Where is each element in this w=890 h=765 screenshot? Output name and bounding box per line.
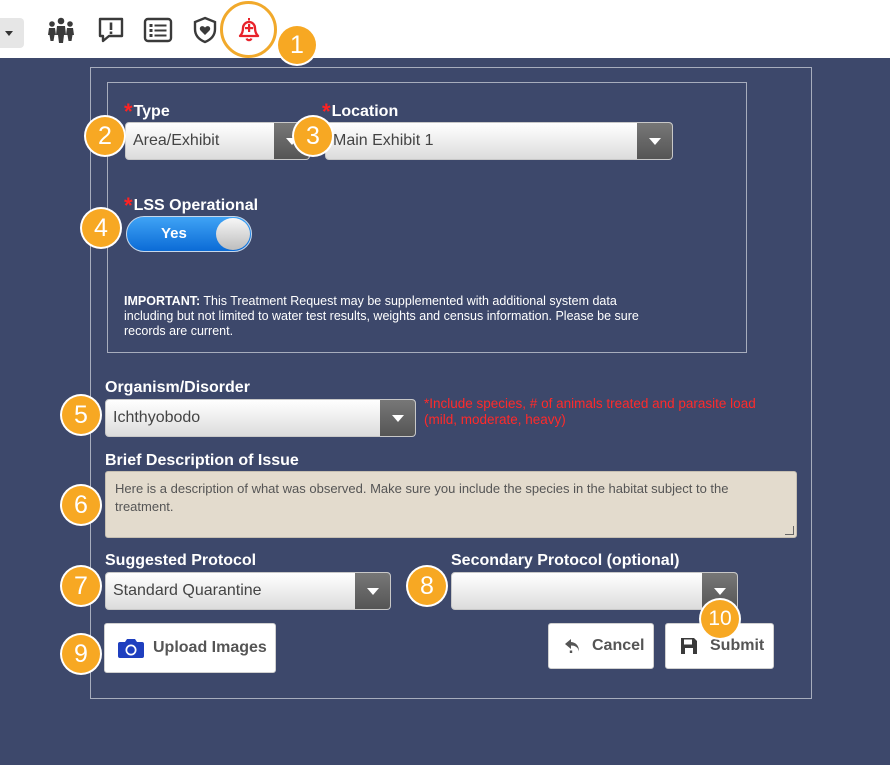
location-label: *Location	[322, 96, 399, 124]
callout-marker: 3	[294, 117, 332, 155]
location-label-text: Location	[331, 103, 399, 120]
notice-text: This Treatment Request may be supplement…	[124, 294, 639, 338]
lss-label: *LSS Operational	[124, 190, 259, 218]
resize-handle-icon[interactable]	[785, 526, 794, 535]
callout-marker: 5	[62, 396, 100, 434]
top-toolbar	[0, 0, 890, 58]
callout-marker: 8	[408, 567, 446, 605]
cancel-button[interactable]: Cancel	[548, 623, 654, 669]
description-label: Brief Description of Issue	[105, 452, 299, 469]
organism-select[interactable]: Ichthyobodo	[105, 399, 416, 437]
shield-heart-icon[interactable]	[190, 15, 220, 45]
secondary-protocol-label: Secondary Protocol (optional)	[451, 552, 680, 569]
lss-label-text: LSS Operational	[133, 197, 259, 214]
submit-label: Submit	[710, 637, 765, 654]
callout-marker: 1	[278, 26, 316, 64]
undo-icon	[565, 639, 579, 653]
important-notice: IMPORTANT: This Treatment Request may be…	[124, 294, 654, 339]
callout-marker: 2	[86, 117, 124, 155]
callout-marker: 4	[82, 209, 120, 247]
type-select[interactable]: Area/Exhibit	[125, 122, 310, 160]
suggested-protocol-select[interactable]: Standard Quarantine	[105, 572, 391, 610]
required-mark: *	[124, 193, 133, 218]
suggested-protocol-label: Suggested Protocol	[105, 552, 257, 569]
chevron-down-icon[interactable]	[0, 18, 24, 48]
medical-bell-icon[interactable]	[234, 14, 264, 44]
organism-hint: *Include species, # of animals treated a…	[424, 396, 756, 427]
lss-operational-toggle[interactable]: Yes	[126, 216, 252, 252]
cancel-label: Cancel	[592, 637, 645, 654]
chevron-down-icon[interactable]	[355, 573, 390, 609]
type-select-value: Area/Exhibit	[133, 132, 220, 149]
callout-marker: 9	[62, 635, 100, 673]
organism-select-value: Ichthyobodo	[113, 409, 201, 426]
type-label-text: Type	[133, 103, 170, 120]
toggle-knob[interactable]	[216, 218, 250, 250]
list-icon[interactable]	[143, 15, 173, 45]
type-label: *Type	[124, 96, 170, 124]
suggested-protocol-value: Standard Quarantine	[113, 582, 262, 599]
callout-marker: 6	[62, 486, 100, 524]
description-text: Here is a description of what was observ…	[115, 481, 729, 514]
toggle-state-label: Yes	[161, 225, 187, 242]
upload-images-label: Upload Images	[153, 639, 267, 656]
callout-marker: 10	[701, 600, 739, 638]
save-icon	[681, 638, 697, 654]
chevron-down-icon[interactable]	[380, 400, 415, 436]
chevron-down-icon[interactable]	[637, 123, 672, 159]
secondary-protocol-select[interactable]	[451, 572, 738, 610]
location-select-value: Main Exhibit 1	[333, 132, 434, 149]
callout-marker: 7	[62, 567, 100, 605]
required-mark: *	[124, 99, 133, 124]
upload-images-button[interactable]: Upload Images	[104, 623, 276, 673]
alert-chat-icon[interactable]	[96, 15, 126, 45]
location-select[interactable]: Main Exhibit 1	[325, 122, 673, 160]
description-textarea[interactable]: Here is a description of what was observ…	[105, 471, 797, 538]
organism-label: Organism/Disorder	[105, 379, 250, 396]
notice-strong: IMPORTANT:	[124, 294, 201, 308]
group-icon[interactable]	[46, 15, 76, 45]
camera-icon	[118, 639, 144, 658]
